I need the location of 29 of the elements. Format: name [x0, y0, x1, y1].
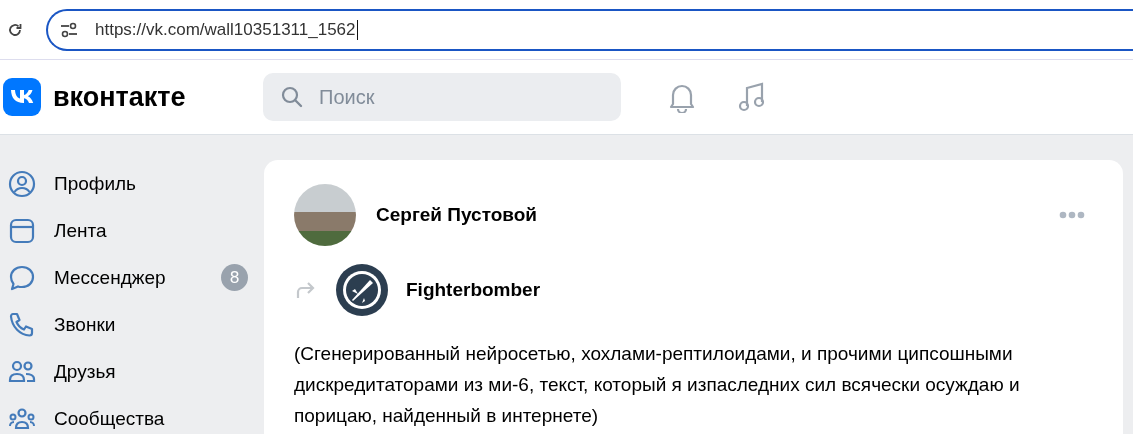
sidebar-label: Друзья [54, 360, 117, 383]
sidebar-label: Лента [54, 219, 108, 242]
sidebar-label: Сообщества [54, 407, 166, 430]
repost-arrow-icon [294, 280, 316, 300]
logo-wordmark[interactable]: вконтакте [53, 81, 186, 113]
sidebar-label: Профиль [54, 172, 138, 195]
sidebar-label: Звонки [54, 313, 117, 336]
sidebar-label: Мессенджер [54, 266, 167, 289]
sidebar-item[interactable]: Лента [8, 207, 248, 254]
round-logo-icon[interactable] [336, 264, 388, 316]
address-bar[interactable]: https://vk.com/wall10351311_1562 [46, 8, 1133, 51]
repost-source-name[interactable]: Fighterbomber [406, 279, 541, 301]
speech-bubble-icon [8, 263, 36, 292]
author-name[interactable]: Сергей Пустовой [376, 204, 1059, 226]
post-text: (Сгенерированный нейросетью, хохлами-рептилоидами, и прочими ципсошными дискредитаторами из ми-6, текст, который я изпаследних сил всячески осуждаю и порицаю, найденный в интернете) [294, 342, 1021, 428]
sidebar-item[interactable]: Профиль [8, 160, 248, 207]
vk-logo-icon[interactable] [3, 78, 41, 116]
unread-count-badge: 8 [221, 264, 248, 291]
search-field[interactable]: Поиск [263, 73, 621, 121]
phone-icon [8, 310, 36, 339]
sidebar-item[interactable]: Друзья [8, 348, 248, 395]
sidebar-item[interactable]: Сообщества [8, 395, 248, 434]
music-note-icon[interactable] [737, 81, 767, 113]
feed-icon [8, 216, 36, 245]
sidebar-item[interactable]: Звонки [8, 301, 248, 348]
site-settings-icon[interactable] [60, 21, 78, 38]
url-text: https://vk.com/wall10351311_1562 [95, 19, 356, 40]
sidebar-item[interactable]: Мессенджер 8 [8, 254, 248, 301]
person-circle-icon [8, 169, 36, 198]
